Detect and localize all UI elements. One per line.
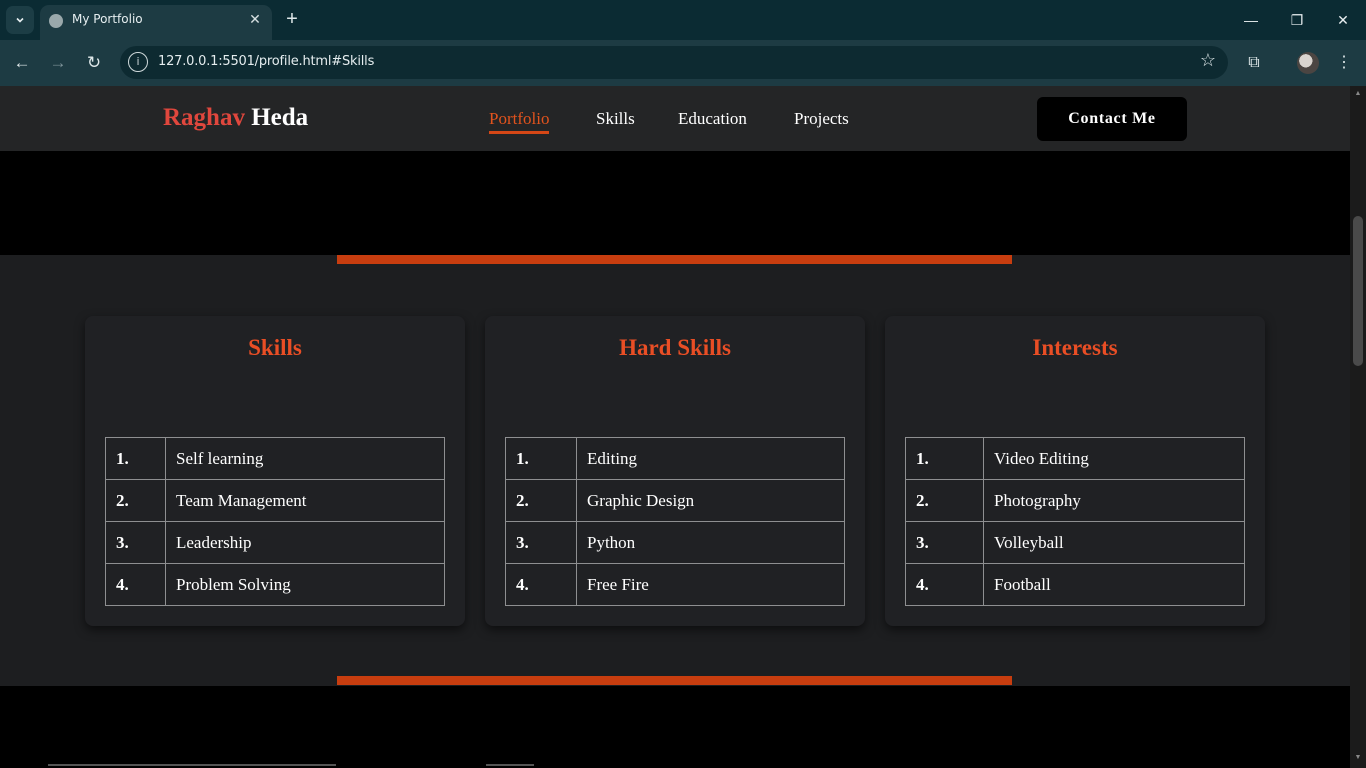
row-number: 1. (105, 437, 166, 480)
plus-icon: + (286, 8, 298, 30)
row-number: 4. (905, 563, 984, 606)
nav-link-portfolio[interactable]: Portfolio (489, 109, 550, 134)
contact-me-button[interactable]: Contact Me (1037, 97, 1187, 141)
info-icon[interactable]: i (128, 52, 148, 72)
arrow-left-icon: ← (13, 53, 31, 72)
row-number: 1. (505, 437, 577, 480)
next-section-edge (486, 764, 534, 766)
row-text: Python (576, 521, 845, 564)
avatar[interactable] (1297, 52, 1319, 74)
interests-card: Interests 1. Video Editing 2. Photograph… (885, 316, 1265, 626)
globe-icon (49, 14, 63, 28)
section-divider-bottom (337, 676, 1012, 685)
row-number: 2. (105, 479, 166, 522)
reload-button[interactable]: ↻ (82, 51, 106, 75)
brand-first-name: Raghav (163, 104, 245, 131)
chevron-down-icon (16, 17, 24, 23)
back-button[interactable]: ← (10, 51, 34, 75)
hard-skills-card: Hard Skills 1. Editing 2. Graphic Design… (485, 316, 865, 626)
forward-button[interactable]: → (46, 51, 70, 75)
row-number: 3. (505, 521, 577, 564)
window-close-button[interactable]: ✕ (1330, 8, 1356, 32)
scroll-thumb[interactable] (1353, 216, 1363, 366)
table-row: 4. Football (905, 563, 1245, 606)
row-text: Editing (576, 437, 845, 480)
table-row: 1. Editing (505, 437, 845, 480)
new-tab-button[interactable]: + (282, 8, 302, 32)
close-icon: ✕ (249, 11, 261, 27)
url-text[interactable]: 127.0.0.1:5501/profile.html#Skills (158, 54, 374, 69)
table-row: 3. Volleyball (905, 521, 1245, 564)
row-number: 2. (505, 479, 577, 522)
row-text: Problem Solving (165, 563, 445, 606)
brand-last-name: Heda (251, 104, 309, 131)
star-icon[interactable]: ☆ (1200, 50, 1216, 71)
row-text: Volleyball (983, 521, 1245, 564)
row-number: 3. (105, 521, 166, 564)
row-text: Free Fire (576, 563, 845, 606)
table-row: 3. Python (505, 521, 845, 564)
card-title: Hard Skills (619, 335, 731, 360)
brand-logo[interactable]: Raghav Heda (163, 104, 308, 132)
browser-tab[interactable]: My Portfolio ✕ (40, 5, 272, 40)
arrow-right-icon: → (49, 53, 67, 72)
row-text: Team Management (165, 479, 445, 522)
row-number: 1. (905, 437, 984, 480)
table-row: 2. Photography (905, 479, 1245, 522)
close-icon: ✕ (1337, 12, 1349, 28)
nav-link-skills[interactable]: Skills (596, 109, 635, 129)
table-row: 3. Leadership (105, 521, 445, 564)
page-viewport: Raghav Heda Portfolio Skills Education P… (0, 86, 1350, 768)
skills-card: Skills 1. Self learning 2. Team Manageme… (85, 316, 465, 626)
next-section-edge (48, 764, 336, 766)
tab-title: My Portfolio (72, 12, 143, 26)
row-number: 4. (505, 563, 577, 606)
card-title: Skills (248, 335, 302, 360)
row-text: Photography (983, 479, 1245, 522)
minimize-icon: — (1244, 12, 1258, 28)
browser-tab-bar: My Portfolio ✕ + — ❐ ✕ (0, 0, 1366, 40)
row-text: Football (983, 563, 1245, 606)
browser-toolbar: ← → ↻ i 127.0.0.1:5501/profile.html#Skil… (0, 40, 1366, 86)
table-row: 1. Self learning (105, 437, 445, 480)
tab-close-button[interactable]: ✕ (246, 10, 264, 28)
row-text: Video Editing (983, 437, 1245, 480)
kebab-menu-icon[interactable]: ⋮ (1333, 52, 1355, 74)
section-divider-top (337, 255, 1012, 264)
interests-table: 1. Video Editing 2. Photography 3. Volle… (905, 437, 1245, 606)
table-row: 4. Free Fire (505, 563, 845, 606)
minimize-button[interactable]: — (1238, 8, 1264, 32)
restore-button[interactable]: ❐ (1284, 8, 1310, 32)
tab-search-button[interactable] (6, 6, 34, 34)
reload-icon: ↻ (86, 53, 102, 72)
restore-icon: ❐ (1290, 12, 1304, 28)
row-number: 3. (905, 521, 984, 564)
row-number: 2. (905, 479, 984, 522)
scroll-down-icon[interactable]: ▼ (1354, 754, 1362, 762)
site-navbar: Raghav Heda Portfolio Skills Education P… (0, 86, 1350, 151)
puzzle-icon[interactable]: ⧉ (1243, 52, 1265, 74)
table-row: 2. Team Management (105, 479, 445, 522)
row-text: Leadership (165, 521, 445, 564)
card-title: Interests (1032, 335, 1118, 360)
hard-skills-table: 1. Editing 2. Graphic Design 3. Python 4… (505, 437, 845, 606)
page-scrollbar[interactable]: ▲ ▼ (1350, 86, 1366, 768)
row-text: Graphic Design (576, 479, 845, 522)
address-bar[interactable]: i 127.0.0.1:5501/profile.html#Skills ☆ (120, 46, 1228, 79)
table-row: 2. Graphic Design (505, 479, 845, 522)
table-row: 1. Video Editing (905, 437, 1245, 480)
nav-link-education[interactable]: Education (678, 109, 747, 129)
row-text: Self learning (165, 437, 445, 480)
skills-table: 1. Self learning 2. Team Management 3. L… (105, 437, 445, 606)
nav-link-projects[interactable]: Projects (794, 109, 849, 129)
scroll-up-icon[interactable]: ▲ (1354, 90, 1362, 98)
row-number: 4. (105, 563, 166, 606)
table-row: 4. Problem Solving (105, 563, 445, 606)
